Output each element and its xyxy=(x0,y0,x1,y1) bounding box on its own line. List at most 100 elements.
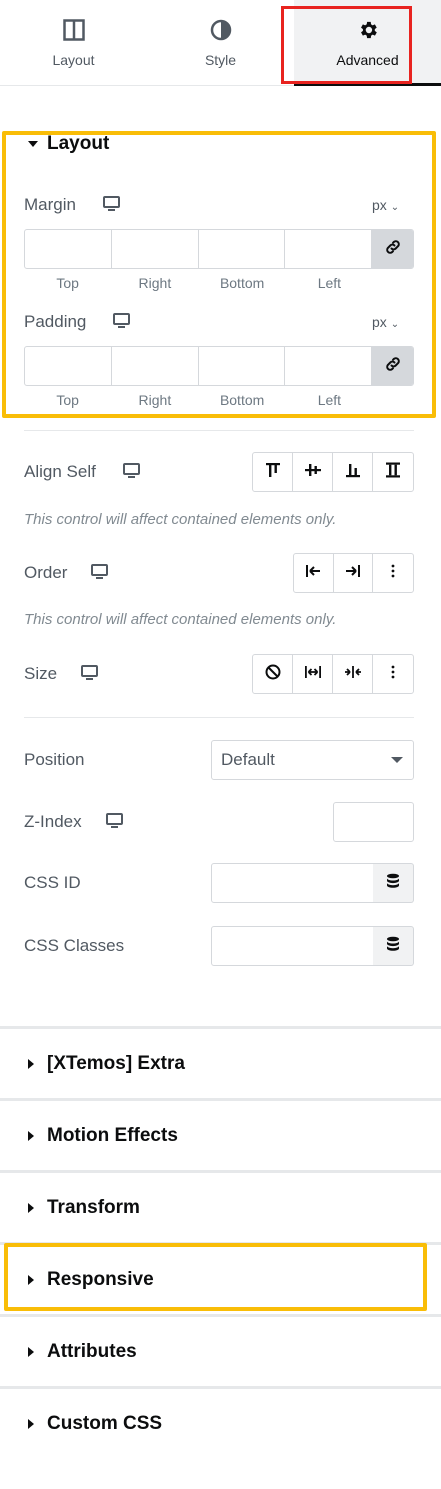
section-title: Motion Effects xyxy=(47,1125,178,1146)
tab-label: Advanced xyxy=(336,52,399,68)
align-stretch-button[interactable] xyxy=(373,453,413,491)
panel-tabs: Layout Style Advanced xyxy=(0,0,441,86)
order-end-button[interactable] xyxy=(334,554,374,592)
tab-layout[interactable]: Layout xyxy=(0,0,147,86)
desktop-icon[interactable] xyxy=(103,196,120,212)
size-buttons xyxy=(252,654,414,694)
css-classes-label: CSS Classes xyxy=(24,936,125,955)
align-bottom-icon xyxy=(344,461,362,484)
section-title: Custom CSS xyxy=(47,1413,163,1434)
padding-label: Padding xyxy=(24,312,87,331)
section-divider xyxy=(0,1314,441,1317)
tab-style[interactable]: Style xyxy=(147,0,294,86)
section-divider xyxy=(0,1242,441,1245)
link-icon xyxy=(384,355,402,378)
dynamic-tags-button[interactable] xyxy=(373,926,414,966)
section-title: Attributes xyxy=(47,1341,137,1362)
layout-section-header[interactable]: Layout xyxy=(28,133,109,155)
caret-right-icon xyxy=(28,1203,34,1213)
side-label: Left xyxy=(317,275,342,291)
size-none-button[interactable] xyxy=(253,655,293,693)
section-header-custom-css[interactable]: Custom CSS xyxy=(28,1413,162,1435)
columns-icon xyxy=(62,18,86,42)
position-label: Position xyxy=(24,750,85,769)
margin-right-input[interactable] xyxy=(112,230,199,268)
align-start-button[interactable] xyxy=(253,453,293,491)
position-select[interactable]: Default xyxy=(211,740,414,780)
desktop-icon[interactable] xyxy=(106,813,123,829)
align-self-buttons xyxy=(252,452,414,492)
arrow-to-start-icon xyxy=(304,562,322,585)
order-buttons xyxy=(293,553,414,593)
padding-top-input[interactable] xyxy=(25,347,112,385)
margin-label: Margin xyxy=(24,195,76,214)
padding-right-input[interactable] xyxy=(112,347,199,385)
css-id-input[interactable] xyxy=(211,863,374,903)
side-label: Left xyxy=(317,392,342,408)
size-more-button[interactable] xyxy=(373,655,413,693)
align-end-button[interactable] xyxy=(333,453,373,491)
align-stretch-icon xyxy=(384,461,402,484)
caret-right-icon xyxy=(28,1059,34,1069)
order-start-button[interactable] xyxy=(294,554,334,592)
desktop-icon[interactable] xyxy=(91,564,108,580)
caret-right-icon xyxy=(28,1347,34,1357)
tab-label: Style xyxy=(204,52,237,68)
margin-bottom-input[interactable] xyxy=(199,230,286,268)
tab-advanced[interactable]: Advanced xyxy=(294,0,441,86)
padding-left-input[interactable] xyxy=(285,347,373,385)
section-header-xtemos-extra[interactable]: [XTemos] Extra xyxy=(28,1053,185,1075)
css-id-label: CSS ID xyxy=(24,873,81,892)
margin-top-input[interactable] xyxy=(25,230,112,268)
section-header-attributes[interactable]: Attributes xyxy=(28,1341,137,1363)
position-value: Default xyxy=(221,750,275,769)
tab-label: Layout xyxy=(52,52,95,68)
caret-down-icon xyxy=(28,141,38,147)
padding-unit-select[interactable]: px ⌄ xyxy=(372,314,399,330)
desktop-icon[interactable] xyxy=(81,665,98,681)
z-index-label: Z-Index xyxy=(24,812,82,831)
section-title: Transform xyxy=(47,1197,140,1218)
divider xyxy=(24,430,414,431)
margin-unit-select[interactable]: px ⌄ xyxy=(372,197,399,213)
dynamic-tags-button[interactable] xyxy=(373,863,414,903)
section-title: Layout xyxy=(47,133,110,154)
compress-horizontal-icon xyxy=(344,663,362,686)
link-values-button[interactable] xyxy=(372,347,413,385)
side-label: Right xyxy=(138,275,172,291)
order-more-button[interactable] xyxy=(373,554,413,592)
padding-bottom-input[interactable] xyxy=(199,347,286,385)
section-header-transform[interactable]: Transform xyxy=(28,1197,140,1219)
caret-right-icon xyxy=(28,1275,34,1285)
side-label: Bottom xyxy=(219,392,265,408)
padding-side-labels: Top Right Bottom Left xyxy=(24,392,373,408)
ban-icon xyxy=(264,663,282,686)
section-header-responsive[interactable]: Responsive xyxy=(28,1269,154,1291)
css-classes-input[interactable] xyxy=(211,926,374,966)
divider xyxy=(24,717,414,718)
database-icon xyxy=(386,936,400,957)
section-title: Responsive xyxy=(47,1269,154,1290)
more-vertical-icon xyxy=(384,663,402,686)
link-values-button[interactable] xyxy=(372,230,413,268)
margin-dimensions xyxy=(24,229,414,269)
side-label: Top xyxy=(56,392,79,408)
align-center-button[interactable] xyxy=(293,453,333,491)
section-title: [XTemos] Extra xyxy=(47,1053,185,1074)
section-divider xyxy=(0,1026,441,1029)
expand-horizontal-icon xyxy=(304,663,322,686)
size-grow-button[interactable] xyxy=(293,655,333,693)
z-index-input[interactable] xyxy=(333,802,414,842)
desktop-icon[interactable] xyxy=(123,463,140,479)
align-middle-icon xyxy=(304,461,322,484)
size-shrink-button[interactable] xyxy=(333,655,373,693)
database-icon xyxy=(386,873,400,894)
align-top-icon xyxy=(264,461,282,484)
side-label: Bottom xyxy=(219,275,265,291)
align-self-note: This control will affect contained eleme… xyxy=(24,511,337,528)
desktop-icon[interactable] xyxy=(113,313,130,329)
caret-right-icon xyxy=(28,1419,34,1429)
section-divider xyxy=(0,1386,441,1389)
margin-left-input[interactable] xyxy=(285,230,373,268)
section-header-motion-effects[interactable]: Motion Effects xyxy=(28,1125,178,1147)
